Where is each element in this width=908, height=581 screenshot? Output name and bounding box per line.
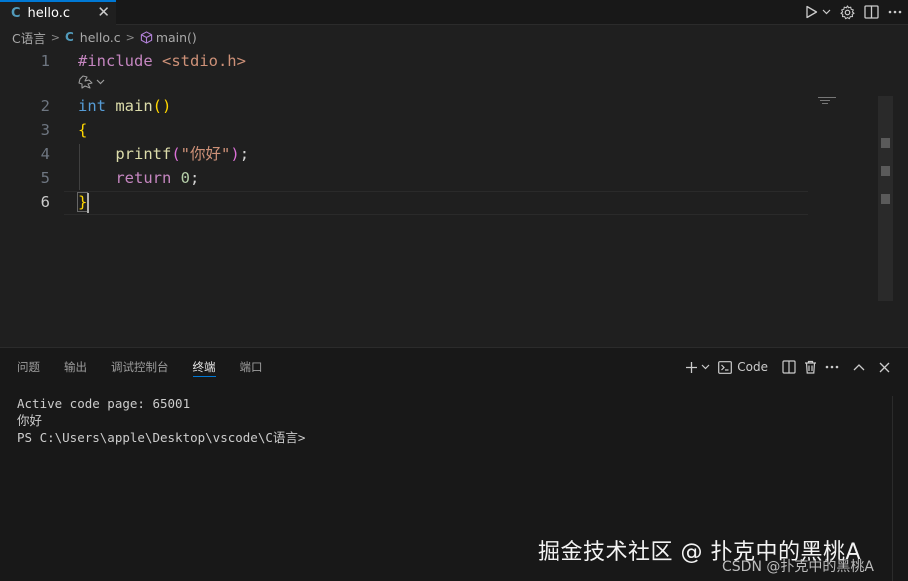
breadcrumb-folder[interactable]: C语言 [12,28,46,47]
split-terminal-icon[interactable] [782,360,796,374]
line-number: 5 [40,169,50,187]
terminal-line: Active code page: 65001 [17,396,191,411]
panel-actions: Code [685,348,890,386]
close-brace: } [76,192,89,212]
method-cube-icon [140,30,152,44]
sparkle-icon [78,75,93,89]
editor-actions [805,0,902,24]
plus-icon [686,361,698,373]
more-actions-icon[interactable] [825,365,839,369]
csdn-watermark: CSDN @扑克中的黑桃A [722,559,874,575]
more-actions-icon[interactable] [888,10,902,14]
gear-icon[interactable] [840,4,855,20]
chevron-down-icon [96,79,105,85]
terminal-selector[interactable]: Code [718,360,768,374]
open-brace: { [78,121,88,139]
terminal-line: 你好 [17,413,43,428]
c-file-icon: C [11,6,21,21]
new-terminal-button[interactable] [685,361,710,374]
chevron-down-icon [701,364,710,370]
maximize-panel-icon[interactable] [853,363,865,371]
copilot-hint[interactable] [78,75,105,89]
split-editor-icon[interactable] [864,5,879,19]
code-line: 2 int main() [0,94,820,118]
close-paren: ) [230,145,240,163]
terminal-name: Code [737,360,768,374]
scrollbar-marker [881,166,890,176]
tab-hello-c[interactable]: C hello.c ✕ [0,0,116,25]
line-number: 6 [40,193,50,211]
line-number: 4 [40,145,50,163]
code-line: 4 printf("你好"); [0,142,820,166]
terminal-output[interactable]: Active code page: 65001 你好 PS C:\Users\app… [17,395,305,446]
minimap[interactable] [818,97,836,106]
chevron-down-icon [822,9,831,15]
trash-icon[interactable] [804,360,817,374]
text-cursor [87,193,89,213]
line-number: 3 [40,121,50,139]
tab-ports[interactable]: 端口 [240,348,263,386]
code-text: #include <stdio.h> [78,49,246,73]
return-keyword: return [115,169,172,187]
tab-output[interactable]: 输出 [64,348,87,386]
string-literal: "你好" [180,145,231,163]
semicolon: ; [190,169,200,187]
function-name: main [106,97,153,115]
code-text: { [78,118,87,142]
scrollbar-marker [881,138,890,148]
close-tab-icon[interactable]: ✕ [97,3,110,21]
line-number: 1 [40,52,50,70]
printf-call: printf [115,145,172,163]
scrollbar-marker [881,194,890,204]
chevron-right-icon: > [50,30,60,44]
number-literal: 0 [171,169,190,187]
c-file-icon: C [64,30,74,44]
code-line: 1 #include <stdio.h> [0,49,820,73]
open-paren: ( [171,145,181,163]
code-text: return 0; [78,166,199,190]
code-line: 3 { [0,118,820,142]
code-text: printf("你好"); [78,142,249,166]
vscode-window: C hello.c ✕ C语言 > C hello.c > main() 1 #… [0,0,908,581]
code-line: 5 return 0; [0,166,820,190]
terminal-prompt: PS C:\Users\apple\Desktop\vscode\C语言> [17,430,306,445]
type-keyword: int [78,97,106,115]
tab-debug-console[interactable]: 调试控制台 [111,348,169,386]
editor-tab-bar: C hello.c ✕ [0,0,908,25]
include-directive: #include [78,52,153,70]
play-icon [806,5,818,19]
code-line: 6 } [0,190,820,214]
chevron-right-icon: > [125,30,135,44]
tab-label: hello.c [27,6,71,21]
code-text: } [76,190,89,214]
line-number: 2 [40,97,50,115]
header-name: <stdio.h> [152,52,246,70]
tab-problems[interactable]: 问题 [17,348,40,386]
close-panel-icon[interactable] [879,362,890,373]
terminal-scrollbar[interactable] [892,396,908,581]
code-text: int main() [78,94,171,118]
run-button[interactable] [805,5,831,19]
terminal-icon [718,360,733,374]
semicolon: ; [239,145,250,163]
parens: () [152,97,172,115]
tab-terminal[interactable]: 终端 [192,348,216,386]
breadcrumb-symbol[interactable]: main() [156,30,197,45]
panel-tabs: 问题 输出 调试控制台 终端 端口 [17,348,263,386]
breadcrumb: C语言 > C hello.c > main() [0,26,197,48]
breadcrumb-file[interactable]: hello.c [80,30,121,45]
code-editor[interactable]: 1 #include <stdio.h> 2 int main() 3 { 4 … [0,48,893,394]
